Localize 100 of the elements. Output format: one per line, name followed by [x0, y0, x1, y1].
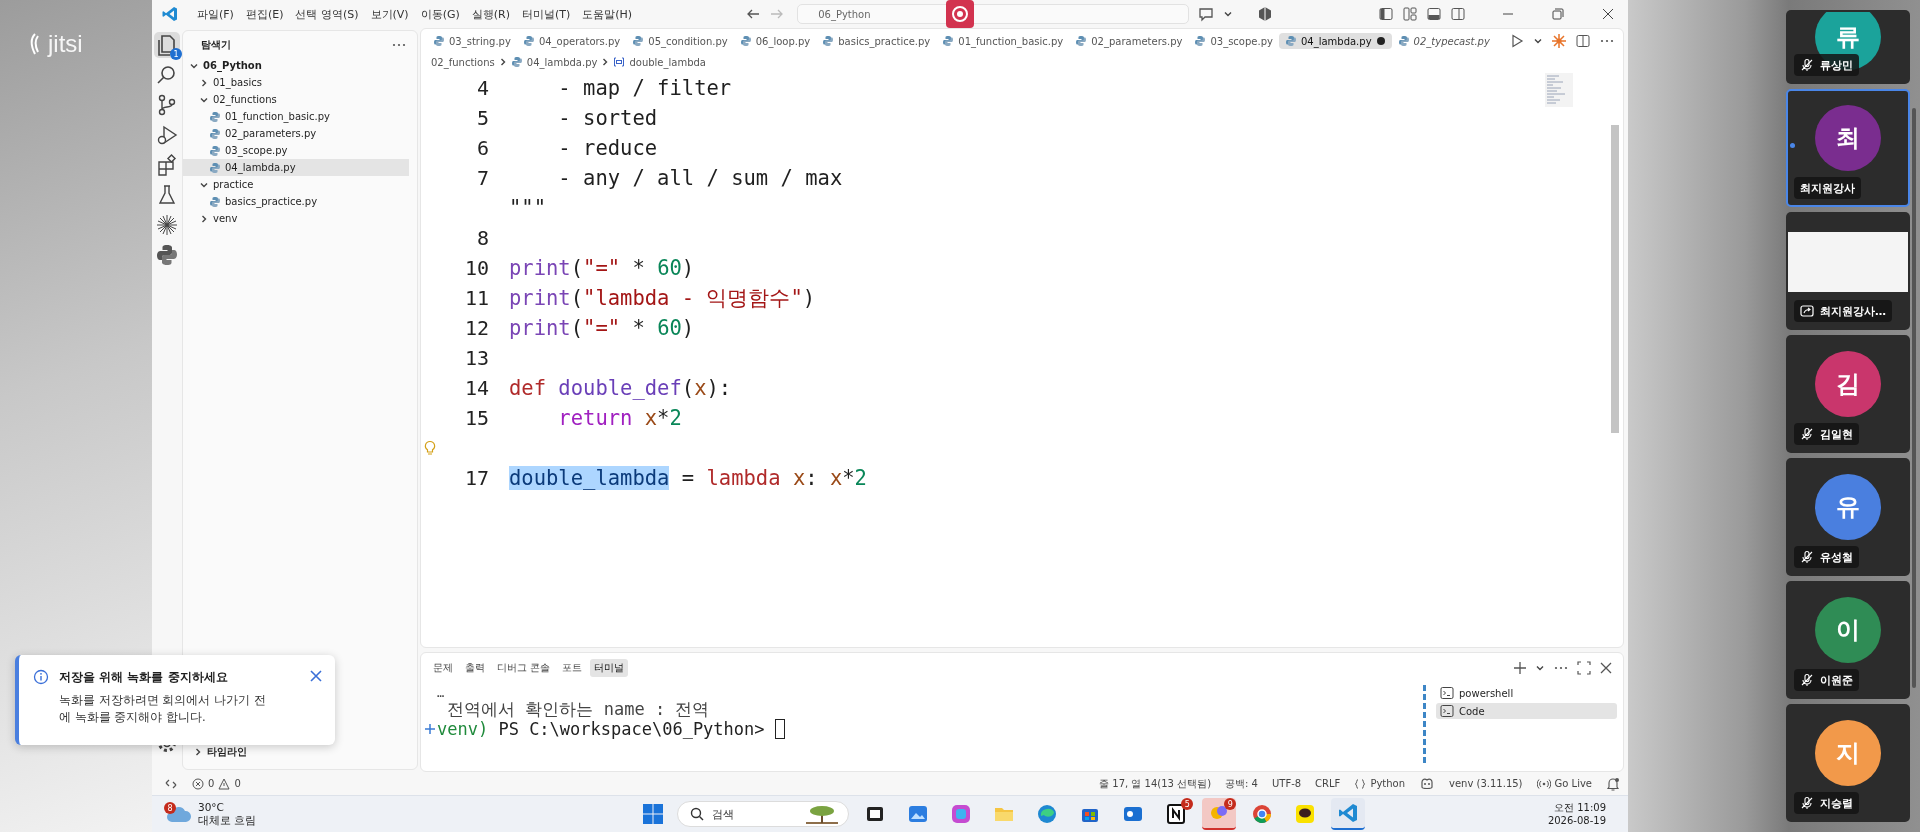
menu-item[interactable]: 실행(R) — [466, 3, 515, 25]
start-icon[interactable] — [642, 803, 665, 825]
chat-icon[interactable] — [1197, 6, 1216, 22]
close-icon[interactable] — [1599, 661, 1613, 675]
copilot-icon[interactable] — [1419, 776, 1436, 791]
panel-tab[interactable]: 터미널 — [590, 659, 629, 677]
panel-tab[interactable]: 출력 — [461, 659, 489, 677]
notion-taskbar-button[interactable]: 5 — [1159, 798, 1194, 830]
asterisk-button[interactable] — [154, 212, 180, 238]
editor-tab[interactable]: 06_loop.py — [733, 33, 817, 49]
line-number: 17 — [464, 466, 489, 490]
screen-share-tile[interactable]: 최지원강사… — [1786, 212, 1910, 330]
notification-bell-icon[interactable] — [1606, 776, 1620, 791]
taskbar-search-field[interactable]: 검색 — [677, 801, 850, 827]
meeting-app-taskbar-button[interactable]: 9 — [1202, 798, 1237, 830]
file-item[interactable]: 02_parameters.py — [183, 125, 409, 142]
close-icon[interactable] — [1600, 6, 1616, 22]
participant-tile[interactable]: 이 이원준 — [1786, 581, 1910, 699]
menu-item[interactable]: 보기(V) — [365, 3, 414, 25]
panel-tab[interactable]: 문제 — [429, 659, 457, 677]
panel-tab[interactable]: 디버그 콘솔 — [493, 659, 555, 677]
panel-tab[interactable]: 포트 — [558, 659, 587, 677]
explorer-button[interactable]: 1 — [154, 32, 180, 58]
terminal-item[interactable]: Code — [1436, 703, 1617, 719]
weather-widget[interactable]: 8 30°C 대체로 흐림 — [166, 801, 257, 827]
editor-tab[interactable]: 01_function_basic.py — [936, 33, 1070, 49]
menu-item[interactable]: 선택 영역(S) — [290, 3, 364, 25]
breadcrumb-item[interactable]: 04_lambda.py — [510, 56, 598, 68]
participant-tile[interactable]: 류 류상민 — [1786, 10, 1910, 84]
panel-layout-icon[interactable] — [1426, 6, 1442, 22]
python-icon — [155, 243, 179, 267]
editor-tab[interactable]: 03_scope.py — [1188, 33, 1279, 49]
speaker-dot — [1790, 143, 1795, 148]
file-item[interactable]: basics_practice.py — [183, 193, 409, 210]
split-editor-icon[interactable] — [1575, 33, 1591, 49]
python-file-icon — [209, 161, 221, 174]
split-layout-icon[interactable] — [1450, 6, 1466, 22]
edge-icon — [1036, 803, 1059, 825]
menu-item[interactable]: 이동(G) — [415, 3, 465, 25]
menu-item[interactable]: 도움말(H) — [577, 3, 638, 25]
close-icon[interactable] — [309, 669, 323, 683]
breadcrumb-item[interactable]: 02_functions — [431, 56, 495, 68]
participant-tile[interactable]: 최 최지원강사 — [1786, 89, 1910, 207]
hexagon-icon[interactable] — [1257, 6, 1274, 22]
python-file-icon — [1194, 35, 1207, 47]
editor-tab[interactable]: 03_string.py — [427, 33, 517, 49]
editor-tab[interactable]: 02_typecast.py — [1391, 33, 1496, 49]
file-item[interactable]: 04_lambda.py — [183, 159, 409, 176]
status-item[interactable]: UTF-8 — [1271, 778, 1302, 789]
editor-tab[interactable]: 05_condition.py — [626, 33, 734, 49]
status-item[interactable]: venv (3.11.15) — [1449, 778, 1523, 789]
grid-layout-icon[interactable] — [1402, 6, 1418, 22]
problems-status[interactable]: 0 0 — [192, 777, 241, 790]
folder-item[interactable]: practice — [183, 176, 409, 193]
command-center-search[interactable]: 06_Python — [797, 4, 1190, 24]
sidebar-layout-icon[interactable] — [1378, 6, 1394, 22]
chevron-down-icon[interactable] — [1535, 663, 1545, 673]
maximize-icon[interactable] — [1577, 661, 1591, 675]
status-item[interactable]: 공백: 4 — [1225, 776, 1258, 791]
count-badge: 5 — [1181, 798, 1194, 810]
file-item[interactable]: 03_scope.py — [183, 142, 409, 159]
participant-tile[interactable]: 지 지승렬 — [1786, 704, 1910, 822]
folder-item[interactable]: venv — [183, 210, 409, 227]
record-button-icon[interactable] — [946, 0, 974, 28]
python-file-icon — [209, 195, 221, 208]
go-live-status[interactable]: Go Live — [1536, 777, 1592, 790]
scrollbar-thumb[interactable] — [1611, 125, 1619, 433]
editor-tab[interactable]: 02_parameters.py — [1069, 33, 1189, 49]
error-icon — [192, 777, 204, 790]
python-button[interactable] — [154, 242, 180, 268]
line-number: 10 — [464, 256, 489, 280]
run-icon[interactable] — [1509, 33, 1525, 49]
menu-item[interactable]: 편집(E) — [240, 3, 289, 25]
language-status[interactable]: Python — [1354, 777, 1406, 790]
editor-tab[interactable]: 04_lambda.py — [1278, 33, 1392, 49]
chevron-down-icon[interactable] — [1223, 9, 1234, 19]
folder-item[interactable]: 01_basics — [183, 74, 409, 91]
editor-tab[interactable]: 04_operators.py — [516, 33, 627, 49]
text-cursor — [774, 719, 785, 739]
search-text: 06_Python — [818, 8, 871, 20]
folder-item[interactable]: 02_functions — [183, 91, 409, 108]
status-item[interactable]: 줄 17, 열 14(13 선택됨) — [1099, 776, 1212, 791]
breadcrumb-item[interactable]: double_lambda — [613, 56, 706, 68]
menu-item[interactable]: 터미널(T) — [517, 3, 576, 25]
office-icon — [950, 803, 973, 825]
chevron-down-icon[interactable] — [1533, 36, 1543, 46]
plus-icon[interactable] — [1513, 661, 1527, 675]
participant-tile[interactable]: 유 유성철 — [1786, 458, 1910, 576]
folder-item[interactable]: 06_Python — [183, 57, 409, 74]
count-badge: 1 — [170, 48, 182, 60]
terminal-item[interactable]: powershell — [1436, 685, 1617, 701]
file-item[interactable]: 01_function_basic.py — [183, 108, 409, 125]
editor-tab[interactable]: basics_practice.py — [816, 33, 937, 49]
scrollbar-thumb[interactable] — [1912, 108, 1916, 688]
status-item[interactable]: CRLF — [1315, 778, 1341, 789]
section-header[interactable]: 타임라인 — [183, 743, 417, 761]
vscode-taskbar-button[interactable] — [1331, 798, 1366, 830]
menu-item[interactable]: 파일(F) — [192, 3, 239, 25]
participant-name: 지승렬 — [1820, 795, 1853, 811]
participant-tile[interactable]: 김 김일현 — [1786, 335, 1910, 453]
